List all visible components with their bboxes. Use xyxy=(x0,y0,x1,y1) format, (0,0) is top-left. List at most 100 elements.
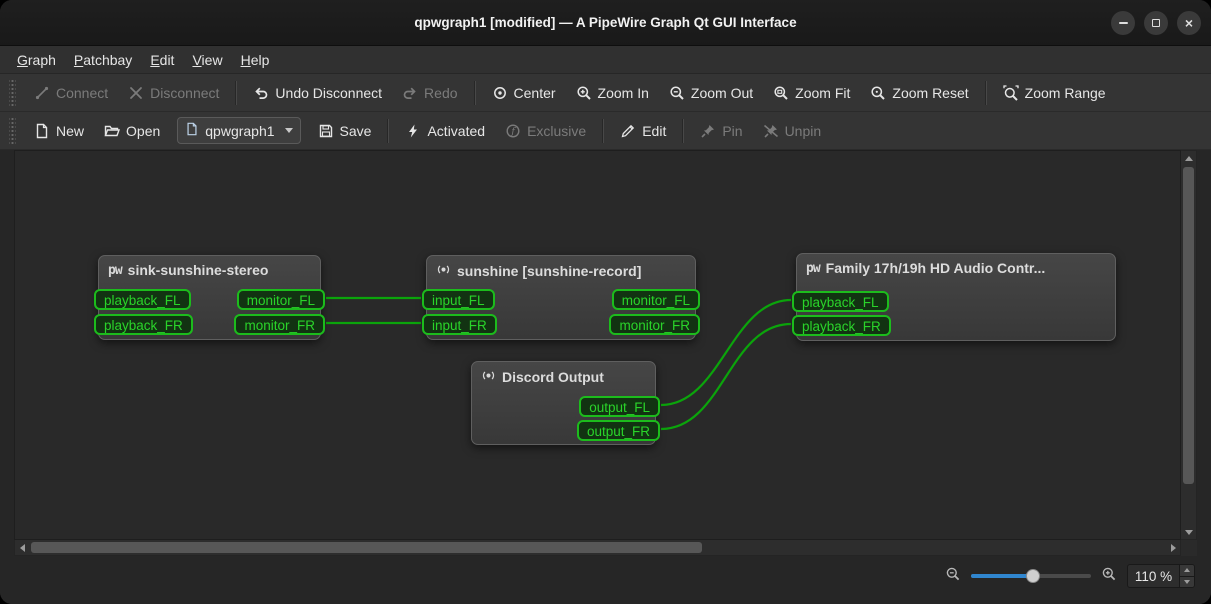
vertical-scrollbar-track[interactable] xyxy=(1181,165,1196,525)
zoom-out-button[interactable]: Zoom Out xyxy=(660,80,762,106)
toolbar-drag-handle[interactable] xyxy=(9,79,16,106)
zoom-in-small-icon[interactable] xyxy=(1101,566,1117,587)
toolbar-separator xyxy=(682,118,685,143)
pencil-icon xyxy=(620,123,636,139)
combobox-value: qpwgraph1 xyxy=(205,122,275,139)
vertical-scrollbar[interactable] xyxy=(1181,150,1197,540)
zoom-slider[interactable] xyxy=(971,569,1091,583)
horizontal-scrollbar-handle[interactable] xyxy=(31,542,702,553)
scroll-down-button[interactable] xyxy=(1181,525,1196,539)
zoom-reset-button[interactable]: Zoom Reset xyxy=(861,80,977,106)
scroll-left-button[interactable] xyxy=(15,540,29,555)
node-family-hd-audio[interactable]: pw Family 17h/19h HD Audio Contr... play… xyxy=(792,253,1116,341)
vertical-scrollbar-handle[interactable] xyxy=(1183,167,1194,484)
pipewire-icon: pw xyxy=(806,260,821,276)
minimize-icon xyxy=(1118,21,1128,24)
center-icon xyxy=(492,85,508,101)
port-input[interactable]: playback_FL xyxy=(792,291,889,312)
port-output[interactable]: monitor_FL xyxy=(236,289,325,310)
pin-button[interactable]: Pin xyxy=(691,118,751,144)
node-sink-sunshine-stereo[interactable]: pw sink-sunshine-stereo playback_FL play… xyxy=(94,255,325,340)
window-controls: × xyxy=(1111,0,1201,45)
port-output[interactable]: output_FL xyxy=(579,396,660,417)
zoom-in-icon xyxy=(576,85,592,101)
minimize-button[interactable] xyxy=(1111,10,1135,35)
exclusive-button[interactable]: f Exclusive xyxy=(496,118,595,144)
unpin-icon xyxy=(763,123,779,139)
unpin-button[interactable]: Unpin xyxy=(754,118,831,144)
zoom-slider-handle[interactable] xyxy=(1026,569,1041,583)
scroll-right-button[interactable] xyxy=(1166,540,1180,555)
close-icon: × xyxy=(1184,14,1194,31)
toolbar-separator xyxy=(473,80,476,105)
toolbar-drag-handle[interactable] xyxy=(9,117,16,144)
node-title: sunshine [sunshine-record] xyxy=(457,263,642,279)
menu-patchbay[interactable]: Patchbay xyxy=(65,49,141,71)
port-output[interactable]: monitor_FL xyxy=(611,289,700,310)
graph-toolbar: Connect Disconnect Undo Disconnect Redo … xyxy=(0,74,1211,112)
menu-view[interactable]: View xyxy=(183,49,231,71)
port-input[interactable]: input_FL xyxy=(422,289,495,310)
node-title: sink-sunshine-stereo xyxy=(127,262,269,278)
pin-icon xyxy=(700,123,716,139)
spin-down-button[interactable] xyxy=(1180,576,1194,587)
exclusive-icon: f xyxy=(505,123,521,139)
node-title-bar: pw Family 17h/19h HD Audio Contr... xyxy=(797,254,1115,279)
node-title-bar: sunshine [sunshine-record] xyxy=(427,256,695,283)
arrow-up-icon xyxy=(1184,155,1193,161)
zoom-range-icon xyxy=(1002,84,1019,101)
horizontal-scrollbar-track[interactable] xyxy=(29,540,1166,555)
port-output[interactable]: monitor_FR xyxy=(609,314,700,335)
zoom-out-small-icon[interactable] xyxy=(945,566,961,587)
close-button[interactable]: × xyxy=(1177,10,1201,35)
zoom-fit-button[interactable]: Zoom Fit xyxy=(764,80,859,106)
node-sunshine-record[interactable]: sunshine [sunshine-record] input_FL inpu… xyxy=(422,255,700,340)
patchbay-profile-combobox[interactable]: qpwgraph1 xyxy=(177,117,301,144)
save-button[interactable]: Save xyxy=(309,118,381,144)
maximize-button[interactable] xyxy=(1144,10,1168,35)
undo-disconnect-button[interactable]: Undo Disconnect xyxy=(244,80,391,106)
zoom-range-button[interactable]: Zoom Range xyxy=(994,80,1115,106)
scroll-up-button[interactable] xyxy=(1181,151,1196,165)
zoom-value[interactable]: 110 % xyxy=(1128,565,1179,587)
new-button[interactable]: New xyxy=(25,118,93,144)
node-discord-output[interactable]: Discord Output output_FL output_FR xyxy=(471,361,660,445)
connect-button[interactable]: Connect xyxy=(25,80,117,106)
new-file-icon xyxy=(34,123,50,139)
patchbay-toolbar: New Open qpwgraph1 Save Activated f Excl… xyxy=(0,112,1211,150)
zoom-spinbox[interactable]: 110 % xyxy=(1127,564,1195,588)
menu-edit[interactable]: Edit xyxy=(141,49,183,71)
menu-help[interactable]: Help xyxy=(232,49,279,71)
menubar: Graph Patchbay Edit View Help xyxy=(0,46,1211,74)
open-folder-icon xyxy=(104,123,121,139)
menu-graph[interactable]: Graph xyxy=(8,49,65,71)
disconnect-button[interactable]: Disconnect xyxy=(119,80,228,106)
center-button[interactable]: Center xyxy=(483,80,565,106)
pipewire-icon: pw xyxy=(108,262,123,278)
spin-up-button[interactable] xyxy=(1180,565,1194,577)
port-input[interactable]: playback_FL xyxy=(94,289,191,310)
arrow-down-icon xyxy=(1184,529,1193,535)
main-area: pw sink-sunshine-stereo playback_FL play… xyxy=(0,150,1211,556)
zoom-slider-fill xyxy=(971,574,1034,578)
app-window: qpwgraph1 [modified] — A PipeWire Graph … xyxy=(0,0,1211,604)
redo-button[interactable]: Redo xyxy=(393,80,466,106)
port-input[interactable]: input_FR xyxy=(422,314,497,335)
file-icon xyxy=(185,122,199,139)
arrow-right-icon xyxy=(1170,543,1176,552)
port-input[interactable]: playback_FR xyxy=(94,314,193,335)
zoom-fit-icon xyxy=(773,85,789,101)
open-button[interactable]: Open xyxy=(95,118,169,144)
edit-button[interactable]: Edit xyxy=(611,118,675,144)
port-output[interactable]: output_FR xyxy=(576,420,660,441)
toolbar-separator xyxy=(235,80,238,105)
port-output[interactable]: monitor_FR xyxy=(234,314,325,335)
graph-canvas[interactable]: pw sink-sunshine-stereo playback_FL play… xyxy=(14,150,1181,540)
port-input[interactable]: playback_FR xyxy=(792,315,891,336)
arrow-up-icon xyxy=(1184,568,1190,573)
horizontal-scrollbar[interactable] xyxy=(14,540,1181,556)
chevron-down-icon xyxy=(284,128,293,133)
undo-icon xyxy=(253,85,269,101)
activated-button[interactable]: Activated xyxy=(396,118,494,144)
zoom-in-button[interactable]: Zoom In xyxy=(567,80,658,106)
